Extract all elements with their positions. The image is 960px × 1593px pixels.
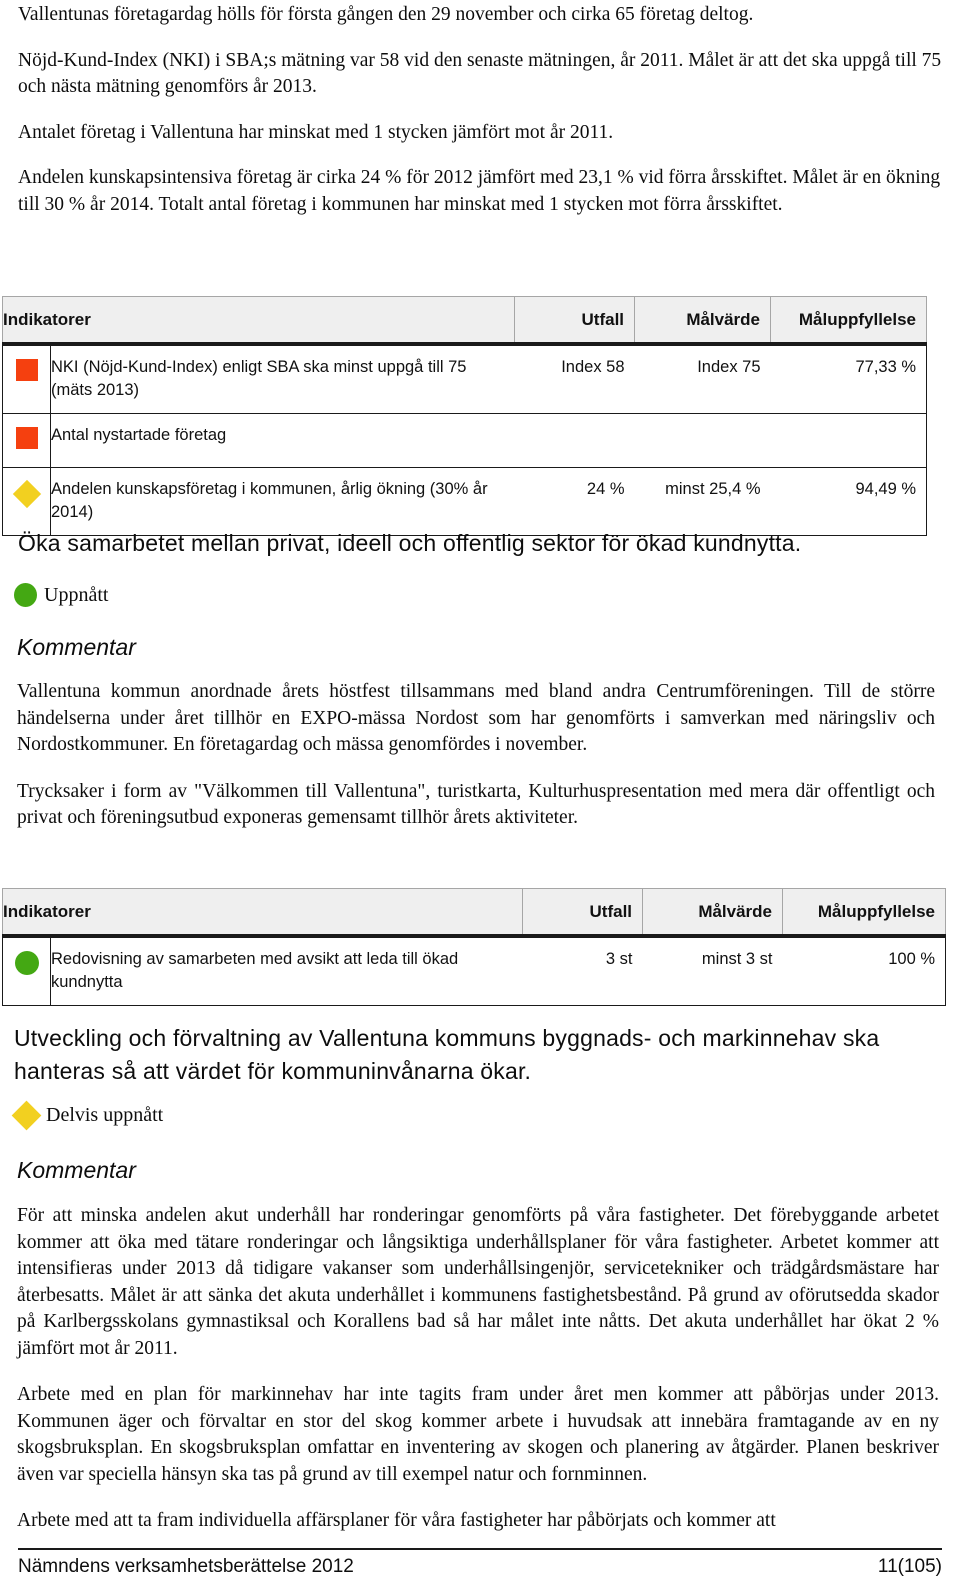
indicator-label: NKI (Nöjd-Kund-Index) enligt SBA ska min… <box>49 343 515 414</box>
table-row: Antal nystartade företag <box>2 413 928 468</box>
comment-paragraph: Vallentuna kommun anordnade årets höstfe… <box>17 681 935 755</box>
comment-paragraph: Arbete med att ta fram individuella affä… <box>17 1510 776 1531</box>
table-row: Redovisning av samarbeten med avsikt att… <box>2 935 947 1006</box>
comment-paragraph: Trycksaker i form av "Välkommen till Val… <box>17 780 935 829</box>
status-marker-cell <box>2 343 51 414</box>
indicator-malvarde: Index 75 <box>634 343 771 414</box>
table-header-row: Indikatorer Utfall Målvärde Måluppfyllel… <box>1 296 928 346</box>
indicator-label: Redovisning av samarbeten med avsikt att… <box>49 935 523 1006</box>
column-header-malvarde: Målvärde <box>642 888 784 938</box>
indicator-maluppfyllelse <box>770 413 928 468</box>
status-marker-cell <box>2 935 51 1006</box>
status-marker-cell <box>2 467 51 536</box>
indicator-malvarde: minst 25,4 % <box>634 467 771 536</box>
intro-paragraph: Vallentunas företagardag hölls för först… <box>18 4 754 25</box>
kommentar-label-3: Kommentar <box>17 1157 136 1183</box>
indicator-label: Andelen kunskapsföretag i kommunen, årli… <box>49 467 515 536</box>
table-row: Andelen kunskapsföretag i kommunen, årli… <box>2 467 928 536</box>
status-circle-green-icon <box>14 951 39 975</box>
column-header-maluppfyllelse: Måluppfyllelse <box>770 296 928 346</box>
indicator-maluppfyllelse: 100 % <box>782 935 947 1006</box>
indicator-malvarde: minst 3 st <box>642 935 783 1006</box>
column-header-utfall: Utfall <box>522 888 644 938</box>
kommentar-label-2: Kommentar <box>17 634 136 660</box>
status-diamond-yellow-icon <box>12 479 41 509</box>
goal-status-3: Delvis uppnått <box>11 1100 164 1131</box>
indicator-table-1: Indikatorer Utfall Målvärde Måluppfyllel… <box>1 296 928 536</box>
column-header-indicators: Indikatorer <box>1 296 516 346</box>
comment-paragraph: Arbete med en plan för markinnehav har i… <box>17 1384 939 1485</box>
column-header-indicators: Indikatorer <box>1 888 524 938</box>
status-square-red-icon <box>15 427 38 449</box>
indicator-utfall: Index 58 <box>514 343 635 414</box>
intro-paragraph: Andelen kunskapsintensiva företag är cir… <box>18 167 941 215</box>
goal-status-label: Delvis uppnått <box>46 1104 164 1126</box>
intro-paragraph: Antalet företag i Vallentuna har minskat… <box>18 121 614 143</box>
table-row: NKI (Nöjd-Kund-Index) enligt SBA ska min… <box>2 343 928 414</box>
indicator-malvarde <box>634 413 771 468</box>
page-footer: Nämndens verksamhetsberättelse 2012 11(1… <box>18 1548 942 1578</box>
goal-status-label: Uppnått <box>44 583 109 606</box>
goal-heading-3: Utveckling och förvaltning av Vallentuna… <box>14 1025 880 1084</box>
status-square-red-icon <box>15 359 38 381</box>
indicator-utfall: 24 % <box>514 467 635 536</box>
indicator-maluppfyllelse: 77,33 % <box>770 343 928 414</box>
goal-heading-2: Öka samarbetet mellan privat, ideell och… <box>18 530 802 556</box>
column-header-maluppfyllelse: Måluppfyllelse <box>782 888 947 938</box>
status-marker-cell <box>2 413 51 468</box>
status-diamond-yellow-icon <box>11 1100 42 1131</box>
status-circle-green-icon <box>14 583 37 607</box>
goal-status-2: Uppnått <box>14 583 108 607</box>
comment-block-2: Vallentuna kommun anordnade årets höstfe… <box>17 679 935 832</box>
column-header-utfall: Utfall <box>514 296 636 346</box>
indicator-utfall <box>514 413 635 468</box>
footer-page-number: 11(105) <box>877 1556 942 1577</box>
footer-document-title: Nämndens verksamhetsberättelse 2012 <box>18 1556 354 1577</box>
indicator-maluppfyllelse: 94,49 % <box>770 467 928 536</box>
column-header-malvarde: Målvärde <box>634 296 772 346</box>
indicator-label: Antal nystartade företag <box>49 413 515 468</box>
indicator-table-2: Indikatorer Utfall Målvärde Måluppfyllel… <box>1 888 947 1006</box>
intro-paragraph: Nöjd-Kund-Index (NKI) i SBA;s mätning va… <box>18 49 942 98</box>
document-page: Vallentunas företagardag hölls för först… <box>0 0 960 1593</box>
comment-paragraph: För att minska andelen akut underhåll ha… <box>17 1205 939 1359</box>
indicator-utfall: 3 st <box>522 935 643 1006</box>
comment-block-3: För att minska andelen akut underhåll ha… <box>17 1203 939 1535</box>
intro-text-block: Vallentunas företagardag hölls för först… <box>18 2 946 218</box>
table-header-row: Indikatorer Utfall Målvärde Måluppfyllel… <box>1 888 947 938</box>
